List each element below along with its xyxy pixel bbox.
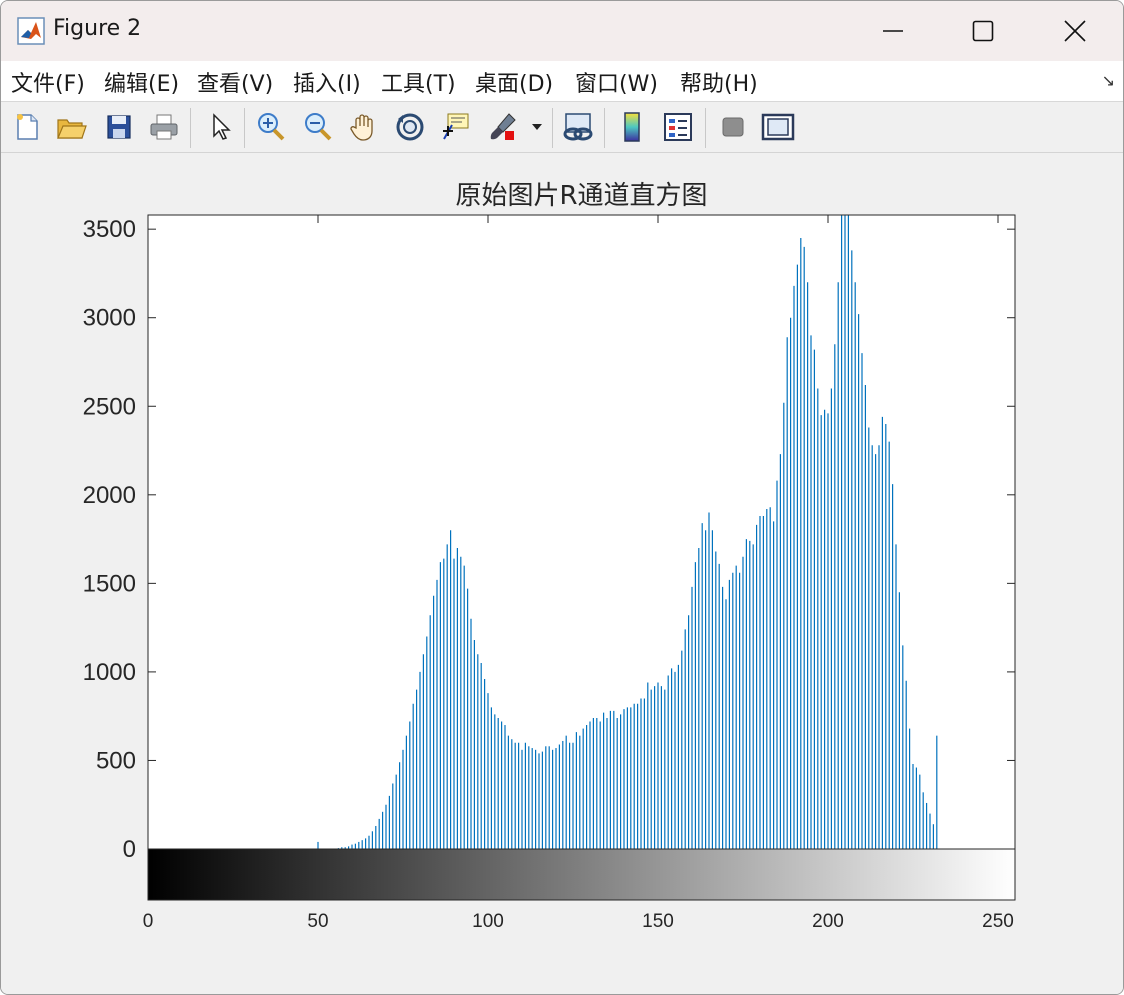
zoom-out-icon — [305, 113, 332, 141]
grayscale-strip — [148, 849, 1015, 900]
pan-button[interactable] — [346, 109, 382, 145]
link-plot-button[interactable] — [560, 109, 596, 145]
rotate-3d-icon — [396, 113, 424, 141]
new-figure-icon — [17, 114, 38, 140]
histogram-chart: 原始图片R通道直方图 0500100015002000250030003500 … — [83, 181, 1016, 932]
maximize-icon — [972, 20, 994, 42]
colorbar-button[interactable] — [614, 109, 650, 145]
menu-help[interactable]: 帮助(H) — [680, 66, 758, 98]
toolbar-separator — [705, 108, 706, 148]
x-tick-label: 250 — [982, 911, 1014, 932]
hide-plot-tools-button[interactable] — [715, 109, 751, 145]
y-tick-label: 2000 — [83, 482, 136, 509]
toolbar — [1, 102, 1123, 153]
zoom-in-icon — [258, 113, 285, 141]
zoom-in-button[interactable] — [253, 109, 289, 145]
close-icon — [1064, 20, 1086, 42]
minimize-icon — [883, 30, 903, 32]
menu-insert[interactable]: 插入(I) — [293, 66, 361, 98]
toolbar-separator — [244, 108, 245, 148]
menu-overflow-icon[interactable]: ↘ — [1102, 71, 1115, 90]
menu-file[interactable]: 文件(F) — [11, 66, 85, 98]
menu-window[interactable]: 窗口(W) — [575, 66, 658, 98]
show-plot-tools-icon — [761, 113, 795, 141]
chevron-down-icon — [532, 124, 542, 130]
brush-dropdown-button[interactable] — [527, 109, 547, 145]
y-tick-label: 1000 — [83, 659, 136, 686]
title-bar: Figure 2 — [1, 1, 1123, 61]
window-title: Figure 2 — [53, 16, 142, 41]
open-file-icon — [57, 119, 87, 139]
x-tick-label: 100 — [472, 911, 504, 932]
pan-hand-icon — [350, 114, 373, 141]
brush-button[interactable] — [485, 109, 521, 145]
save-icon — [107, 115, 131, 139]
new-figure-button[interactable] — [9, 109, 45, 145]
menu-tools[interactable]: 工具(T) — [381, 66, 456, 98]
axes-background — [148, 215, 1015, 849]
show-plot-tools-button[interactable] — [760, 109, 796, 145]
y-tick-label: 500 — [96, 747, 136, 774]
x-tick-label: 150 — [642, 911, 674, 932]
minimize-button[interactable] — [863, 9, 923, 53]
menu-desktop[interactable]: 桌面(D) — [475, 66, 553, 98]
hide-plot-tools-icon — [722, 117, 744, 137]
y-tick-label: 0 — [123, 836, 136, 863]
chart-title: 原始图片R通道直方图 — [455, 181, 707, 211]
rotate-3d-button[interactable] — [392, 109, 428, 145]
y-tick-label: 3000 — [83, 305, 136, 332]
toolbar-separator — [190, 108, 191, 148]
x-tick-label: 50 — [307, 911, 328, 932]
open-file-button[interactable] — [53, 109, 89, 145]
select-button[interactable] — [202, 109, 238, 145]
close-button[interactable] — [1045, 9, 1105, 53]
toolbar-separator — [552, 108, 553, 148]
menu-edit[interactable]: 编辑(E) — [104, 66, 179, 98]
y-tick-label: 3500 — [83, 216, 136, 243]
data-cursor-button[interactable] — [438, 109, 474, 145]
menu-view[interactable]: 查看(V) — [197, 66, 273, 98]
zoom-out-button[interactable] — [300, 109, 336, 145]
select-arrow-icon — [213, 113, 231, 140]
legend-button[interactable] — [660, 109, 696, 145]
maximize-button[interactable] — [953, 9, 1013, 53]
data-cursor-icon — [443, 113, 469, 140]
colorbar-icon — [624, 112, 640, 142]
toolbar-separator — [604, 108, 605, 148]
print-button[interactable] — [146, 109, 182, 145]
link-plot-icon — [563, 113, 593, 141]
x-tick-label: 0 — [143, 911, 154, 932]
x-tick-label: 200 — [812, 911, 844, 932]
save-button[interactable] — [101, 109, 137, 145]
menu-bar: 文件(F) 编辑(E) 查看(V) 插入(I) 工具(T) 桌面(D) 窗口(W… — [1, 61, 1123, 102]
legend-icon — [664, 113, 692, 141]
y-tick-label: 1500 — [83, 570, 136, 597]
y-tick-label: 2500 — [83, 393, 136, 420]
grayscale-colorbar — [148, 848, 1015, 900]
matlab-logo-icon — [17, 17, 45, 45]
print-icon — [150, 114, 178, 140]
brush-icon — [490, 113, 516, 140]
